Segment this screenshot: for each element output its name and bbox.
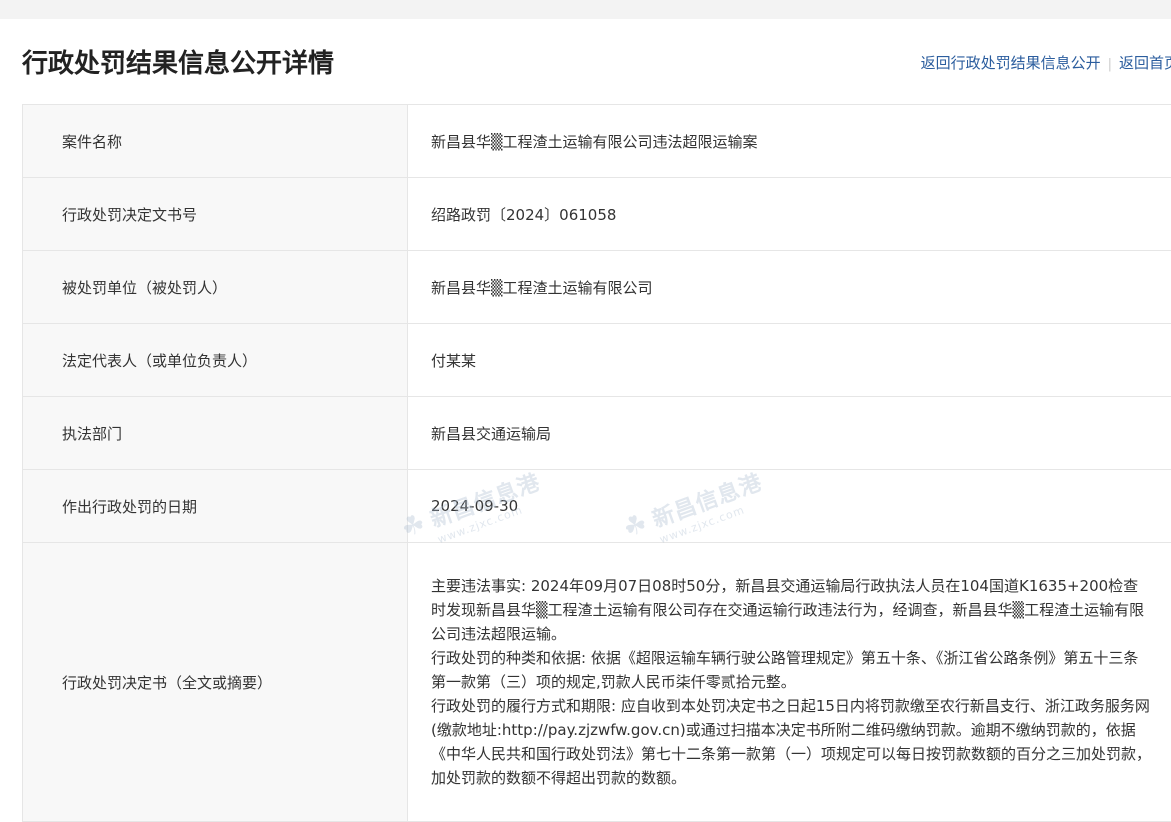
decision-number-value: 绍路政罚〔2024〕061058 <box>408 178 1171 251</box>
table-row-penalized-party: 被处罚单位（被处罚人） 新昌县华▒工程渣土运输有限公司 <box>23 251 1171 324</box>
decision-date-label: 作出行政处罚的日期 <box>23 470 408 543</box>
table-row-legal-representative: 法定代表人（或单位负责人） 付某某 <box>23 324 1171 397</box>
table-row-case-name: 案件名称 新昌县华▒工程渣土运输有限公司违法超限运输案 <box>23 105 1171 178</box>
case-name-value: 新昌县华▒工程渣土运输有限公司违法超限运输案 <box>408 105 1171 178</box>
header-links: 返回行政处罚结果信息公开 | 返回首页 <box>921 52 1171 76</box>
decision-date-value: 2024-09-30 <box>408 470 1171 543</box>
decision-document-value: 主要违法事实: 2024年09月07日08时50分，新昌县交通运输局行政执法人员… <box>408 543 1171 822</box>
legal-representative-label: 法定代表人（或单位负责人） <box>23 324 408 397</box>
penalty-basis-paragraph: 行政处罚的种类和依据: 依据《超限运输车辆行驶公路管理规定》第五十条、《浙江省公… <box>431 646 1151 694</box>
top-band <box>0 0 1171 19</box>
back-to-list-link[interactable]: 返回行政处罚结果信息公开 <box>921 54 1101 72</box>
table-row-enforcement-department: 执法部门 新昌县交通运输局 <box>23 397 1171 470</box>
page-title: 行政处罚结果信息公开详情 <box>22 44 334 84</box>
back-to-home-link[interactable]: 返回首页 <box>1119 54 1171 72</box>
page-header: 行政处罚结果信息公开详情 返回行政处罚结果信息公开 | 返回首页 <box>22 44 1171 88</box>
payment-terms-paragraph: 行政处罚的履行方式和期限: 应自收到本处罚决定书之日起15日内将罚款缴至农行新昌… <box>431 694 1151 790</box>
case-name-label: 案件名称 <box>23 105 408 178</box>
table-row-decision-date: 作出行政处罚的日期 2024-09-30 <box>23 470 1171 543</box>
legal-representative-value: 付某某 <box>408 324 1171 397</box>
table-row-decision-number: 行政处罚决定文书号 绍路政罚〔2024〕061058 <box>23 178 1171 251</box>
decision-number-label: 行政处罚决定文书号 <box>23 178 408 251</box>
enforcement-department-label: 执法部门 <box>23 397 408 470</box>
enforcement-department-value: 新昌县交通运输局 <box>408 397 1171 470</box>
penalized-party-label: 被处罚单位（被处罚人） <box>23 251 408 324</box>
violation-facts-paragraph: 主要违法事实: 2024年09月07日08时50分，新昌县交通运输局行政执法人员… <box>431 574 1151 646</box>
decision-document-label: 行政处罚决定书（全文或摘要） <box>23 543 408 822</box>
detail-table: 案件名称 新昌县华▒工程渣土运输有限公司违法超限运输案 行政处罚决定文书号 绍路… <box>22 104 1171 822</box>
penalized-party-value: 新昌县华▒工程渣土运输有限公司 <box>408 251 1171 324</box>
table-row-decision-document: 行政处罚决定书（全文或摘要） 主要违法事实: 2024年09月07日08时50分… <box>23 543 1171 822</box>
link-separator: | <box>1108 57 1112 72</box>
